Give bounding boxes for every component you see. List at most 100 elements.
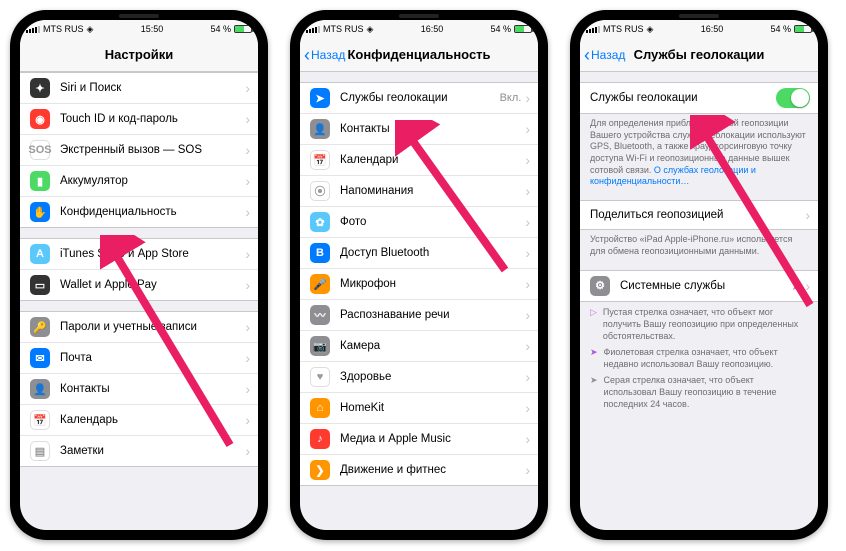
chevron-right-icon: › (245, 204, 250, 220)
time-label: 16:50 (421, 24, 444, 34)
signal-icon (306, 26, 320, 33)
system-label: Системные службы (620, 280, 791, 292)
battery-icon (514, 25, 532, 33)
toggle-switch[interactable] (776, 88, 810, 108)
back-button[interactable]: ‹Назад (584, 38, 625, 71)
calendar2-icon: 📅 (310, 150, 330, 170)
chevron-right-icon: › (805, 278, 810, 294)
chevron-right-icon: › (525, 462, 530, 478)
settings-row-sos[interactable]: SOSЭкстренный вызов — SOS› (20, 134, 258, 165)
settings-row-notes[interactable]: ▤ Заметки› (20, 435, 258, 467)
settings-row-camera[interactable]: 📷Камера› (300, 330, 538, 361)
phone-settings: MTS RUS ◈ 15:50 54 % Настройки ✦Siri и П… (10, 10, 268, 540)
chevron-right-icon: › (525, 400, 530, 416)
toggle-label: Службы геолокации (590, 92, 776, 104)
privacy-list[interactable]: ➤Службы геолокацииВкл.›👤Контакты›📅Календ… (300, 72, 538, 530)
mic-icon: 🎤 (310, 274, 330, 294)
settings-row-calendar[interactable]: 📅Календарь› (20, 404, 258, 435)
settings-row-contacts2[interactable]: 👤Контакты› (300, 113, 538, 144)
settings-row-speech[interactable]: 〰Распознавание речи› (300, 299, 538, 330)
chevron-right-icon: › (525, 369, 530, 385)
settings-row-photos[interactable]: ✿Фото› (300, 206, 538, 237)
wifi-icon: ◈ (647, 24, 654, 35)
chevron-right-icon: › (245, 80, 250, 96)
legend-text: Пустая стрелка означает, что объект мог … (603, 306, 808, 342)
notes-icon: ▤ (30, 441, 50, 461)
settings-row-mic[interactable]: 🎤 Микрофон› (300, 268, 538, 299)
bluetooth-icon: B (310, 243, 330, 263)
group-general: ✦Siri и Поиск›◉Touch ID и код-пароль›SOS… (20, 72, 258, 228)
settings-row-location[interactable]: ➤Службы геолокацииВкл.› (300, 82, 538, 113)
row-label: Заметки (60, 445, 245, 457)
time-label: 16:50 (701, 24, 724, 34)
signal-icon (26, 26, 40, 33)
row-label: Доступ Bluetooth (340, 247, 525, 259)
phone-location: MTS RUS ◈ 16:50 54 % ‹Назад Службы геоло… (570, 10, 828, 540)
location-services-toggle-row[interactable]: Службы геолокации (580, 82, 818, 114)
chevron-right-icon: › (525, 276, 530, 292)
phone-privacy: MTS RUS ◈ 16:50 54 % ‹Назад Конфиденциал… (290, 10, 548, 540)
navbar-title: Службы геолокации (634, 47, 765, 62)
settings-list[interactable]: ✦Siri и Поиск›◉Touch ID и код-пароль›SOS… (20, 72, 258, 530)
passwords-icon: 🔑 (30, 317, 50, 337)
chevron-right-icon: › (805, 207, 810, 223)
location-indicator-icon: ➤ (791, 279, 801, 293)
legend-text: Серая стрелка означает, что объект испол… (604, 374, 808, 410)
settings-row-passwords[interactable]: 🔑Пароли и учетные записи› (20, 311, 258, 342)
share-location-row[interactable]: Поделиться геопозицией › (580, 200, 818, 230)
settings-row-bluetooth[interactable]: BДоступ Bluetooth› (300, 237, 538, 268)
chevron-right-icon: › (525, 90, 530, 106)
camera-icon: 📷 (310, 336, 330, 356)
settings-row-motion[interactable]: ❯Движение и фитнес› (300, 454, 538, 486)
contacts-icon: 👤 (30, 379, 50, 399)
settings-row-privacy[interactable]: ✋Конфиденциальность› (20, 196, 258, 228)
health-icon: ♥ (310, 367, 330, 387)
screen-2: MTS RUS ◈ 16:50 54 % ‹Назад Конфиденциал… (300, 20, 538, 530)
row-label: Фото (340, 216, 525, 228)
sos-icon: SOS (30, 140, 50, 160)
settings-row-appstore[interactable]: AiTunes Store и App Store› (20, 238, 258, 269)
settings-row-wallet[interactable]: ▭Wallet и Apple Pay› (20, 269, 258, 301)
homekit-icon: ⌂ (310, 398, 330, 418)
settings-row-media[interactable]: ♪Медиа и Apple Music› (300, 423, 538, 454)
battery-pct: 54 % (490, 24, 511, 34)
settings-row-touchid[interactable]: ◉Touch ID и код-пароль› (20, 103, 258, 134)
wallet-icon: ▭ (30, 275, 50, 295)
row-label: Здоровье (340, 371, 525, 383)
contacts2-icon: 👤 (310, 119, 330, 139)
navbar: Настройки (20, 38, 258, 72)
touchid-icon: ◉ (30, 109, 50, 129)
settings-row-reminders[interactable]: ⦿Напоминания› (300, 175, 538, 206)
system-services-row[interactable]: ⚙ Системные службы ➤ › (580, 270, 818, 302)
location-content[interactable]: Службы геолокации Для определения прибли… (580, 72, 818, 530)
chevron-right-icon: › (525, 214, 530, 230)
row-label: Контакты (60, 383, 245, 395)
back-button[interactable]: ‹Назад (304, 38, 345, 71)
chevron-right-icon: › (245, 412, 250, 428)
settings-row-calendar2[interactable]: 📅Календари› (300, 144, 538, 175)
settings-row-homekit[interactable]: ⌂ HomeKit› (300, 392, 538, 423)
chevron-left-icon: ‹ (304, 46, 310, 64)
status-bar: MTS RUS ◈ 16:50 54 % (580, 20, 818, 38)
settings-row-contacts[interactable]: 👤Контакты› (20, 373, 258, 404)
legend-row: ➤Фиолетовая стрелка означает, что объект… (590, 346, 808, 370)
speaker-slot (399, 14, 439, 18)
settings-row-health[interactable]: ♥ Здоровье› (300, 361, 538, 392)
row-label: Микрофон (340, 278, 525, 290)
reminders-icon: ⦿ (310, 181, 330, 201)
row-label: HomeKit (340, 402, 525, 414)
chevron-right-icon: › (245, 443, 250, 459)
settings-row-siri[interactable]: ✦Siri и Поиск› (20, 72, 258, 103)
row-label: Контакты (340, 123, 525, 135)
chevron-right-icon: › (245, 246, 250, 262)
chevron-right-icon: › (525, 152, 530, 168)
row-label: Камера (340, 340, 525, 352)
row-label: Медиа и Apple Music (340, 433, 525, 445)
settings-row-mail[interactable]: ✉Почта› (20, 342, 258, 373)
calendar-icon: 📅 (30, 410, 50, 430)
chevron-right-icon: › (245, 277, 250, 293)
row-label: iTunes Store и App Store (60, 248, 245, 260)
row-label: Распознавание речи (340, 309, 525, 321)
group-privacy: ➤Службы геолокацииВкл.›👤Контакты›📅Календ… (300, 82, 538, 486)
settings-row-battery[interactable]: ▮Аккумулятор› (20, 165, 258, 196)
